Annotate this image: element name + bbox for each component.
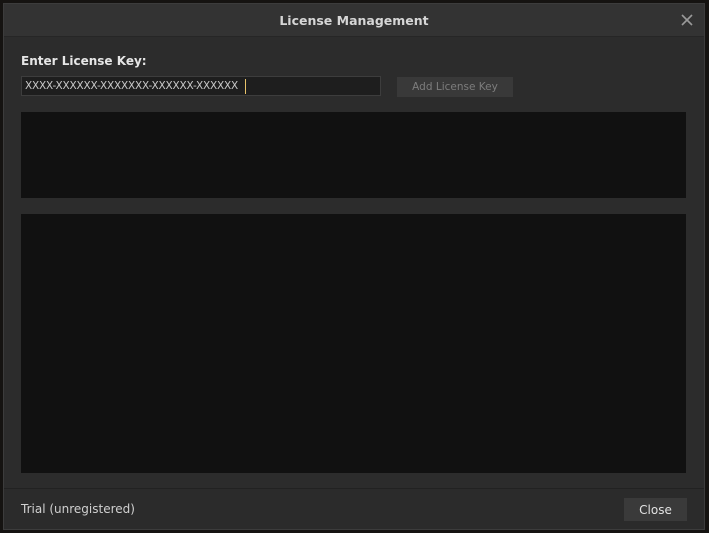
close-icon[interactable] [679,12,695,28]
license-management-dialog: License Management Enter License Key: Ad… [3,3,705,530]
dialog-titlebar: License Management [4,4,704,37]
license-info-panel [21,112,686,198]
dialog-footer: Trial (unregistered) Close [4,488,704,529]
registration-status: Trial (unregistered) [21,502,135,516]
license-key-input[interactable] [21,76,381,96]
close-button[interactable]: Close [624,498,687,521]
dialog-title: License Management [279,13,429,28]
text-caret [245,79,246,94]
add-license-key-button[interactable]: Add License Key [397,77,513,97]
license-key-label: Enter License Key: [21,54,147,68]
license-list-panel[interactable] [21,214,686,473]
